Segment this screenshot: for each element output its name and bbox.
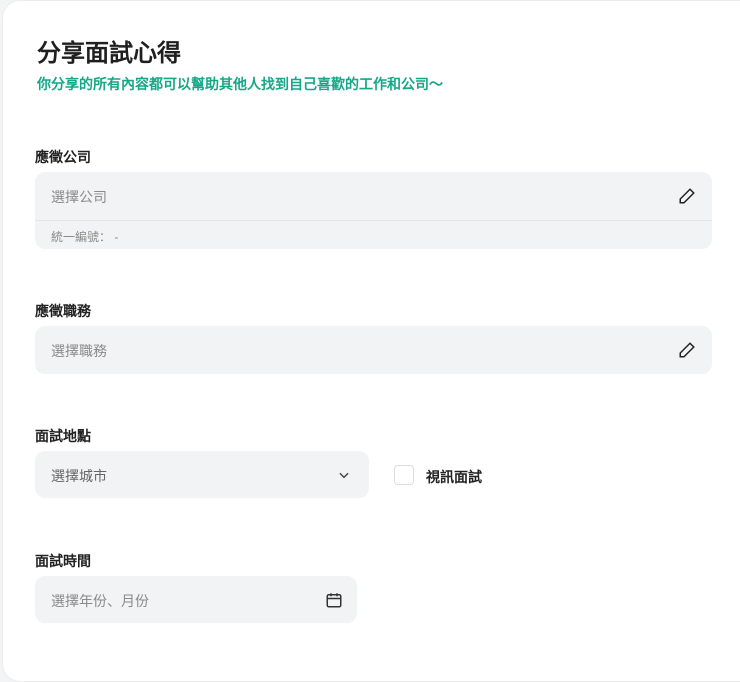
company-placeholder: 選擇公司 [51,189,107,205]
job-field[interactable]: 選擇職務 [35,326,712,374]
date-placeholder: 選擇年份、月份 [51,593,149,609]
pencil-icon[interactable] [678,341,696,359]
job-label: 應徵職務 [35,303,91,319]
date-picker[interactable]: 選擇年份、月份 [35,576,357,623]
video-interview-label[interactable]: 視訊面試 [426,467,482,487]
chevron-down-icon [339,472,349,479]
page-title: 分享面試心得 [37,40,181,67]
company-label: 應徵公司 [35,149,91,165]
time-label: 面試時間 [35,553,91,569]
location-label: 面試地點 [35,428,91,444]
page-subtitle: 你分享的所有內容都可以幫助其他人找到自己喜歡的工作和公司～ [37,76,443,92]
form-card: 分享面試心得 你分享的所有內容都可以幫助其他人找到自己喜歡的工作和公司～ 應徵公… [2,0,740,682]
divider [35,220,712,221]
company-field[interactable]: 選擇公司 統一編號： - [35,172,712,249]
video-interview-checkbox[interactable] [394,465,414,485]
city-placeholder: 選擇城市 [51,468,107,484]
city-select[interactable]: 選擇城市 [35,451,369,498]
pencil-icon[interactable] [678,187,696,205]
tax-id-text: 統一編號： - [51,230,119,244]
calendar-icon [326,593,342,608]
job-placeholder: 選擇職務 [51,343,107,359]
